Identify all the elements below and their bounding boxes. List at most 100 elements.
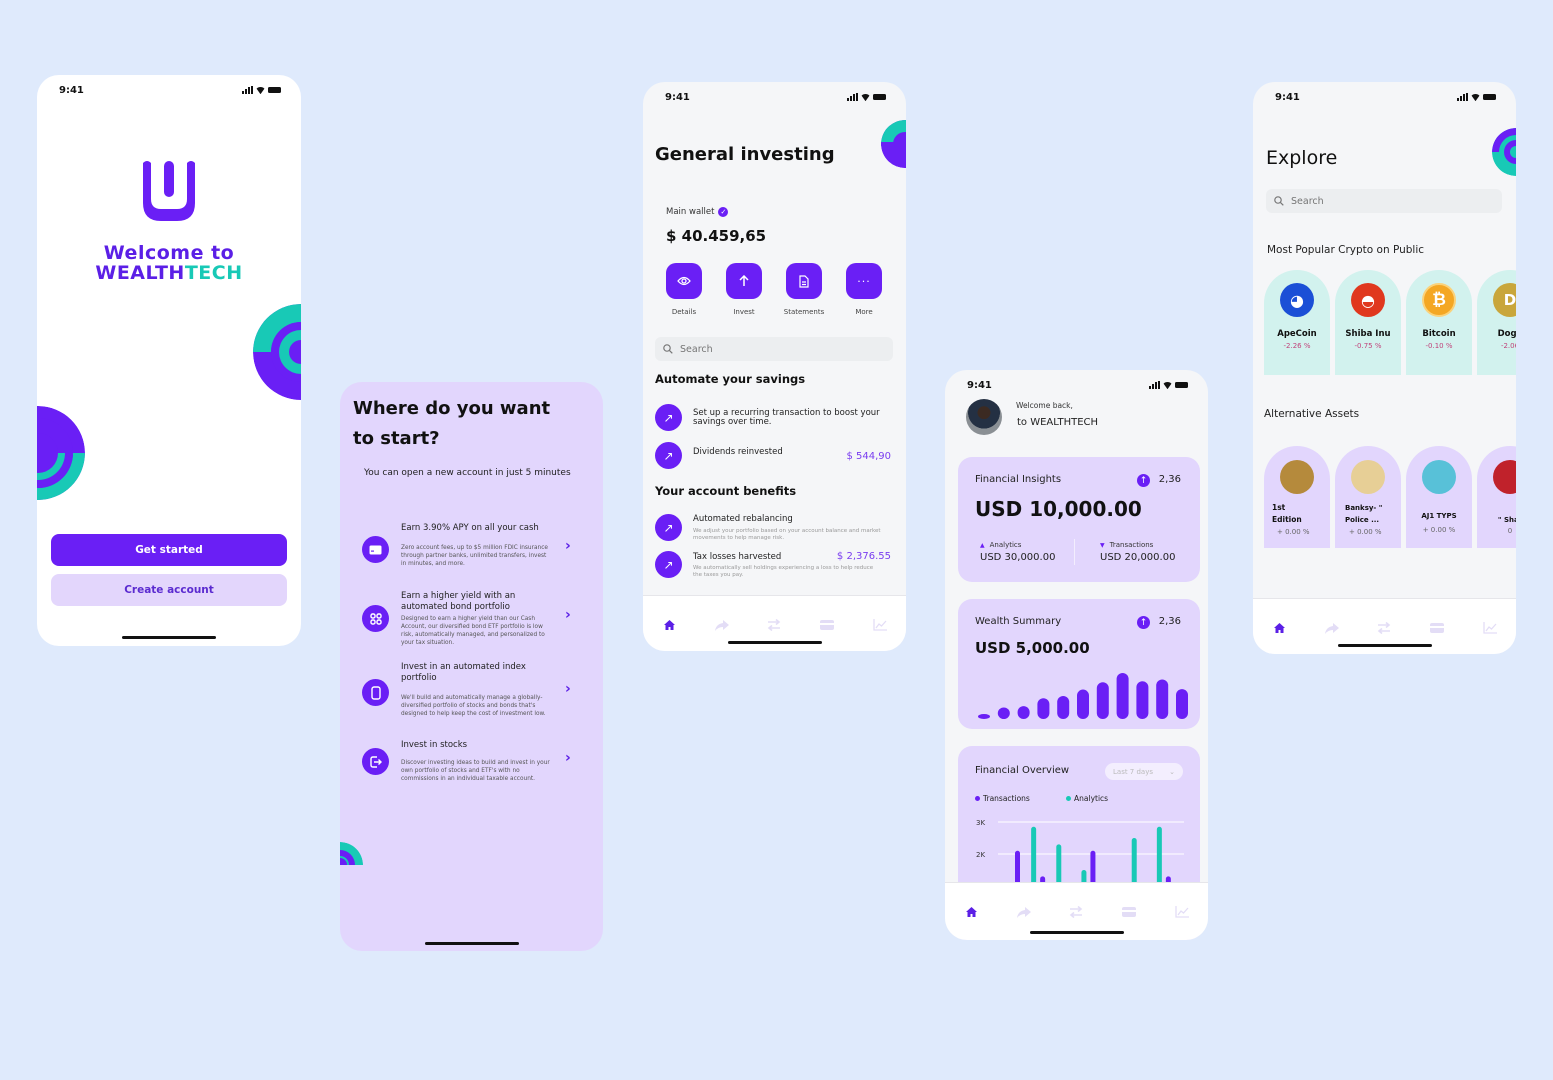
tab-home[interactable] (1269, 621, 1289, 635)
tab-charts[interactable] (1480, 621, 1500, 635)
asset-tile[interactable]: Banksy- " Police ... + 0.00 % (1335, 446, 1401, 548)
tab-share[interactable] (712, 618, 732, 632)
wifi-icon (1163, 382, 1172, 389)
status-bar: 9:41 (37, 75, 301, 105)
asset-change: + 0.00 % (1349, 528, 1382, 536)
search-field[interactable] (1266, 189, 1502, 213)
signal-icon (1149, 381, 1160, 389)
option-item[interactable]: Invest in an automated index portfolio W… (362, 662, 582, 732)
avatar[interactable] (966, 399, 1002, 435)
crypto-tile[interactable]: D Doge -2.06 (1477, 270, 1516, 375)
search-input[interactable] (680, 343, 840, 355)
option-item[interactable]: Earn a higher yield with an automated bo… (362, 591, 582, 661)
chevron-right-icon: › (565, 607, 571, 623)
tab-cards[interactable] (1427, 621, 1447, 635)
search-field[interactable] (655, 337, 893, 361)
bitcoin-icon: ₿ (1422, 283, 1456, 317)
wealth-bar-chart (978, 673, 1188, 719)
option-item[interactable]: Earn 3.90% APY on all your cash Zero acc… (362, 523, 582, 583)
card-icon (362, 536, 389, 563)
divider (1074, 539, 1075, 565)
explore-screen: 9:41 Explore Most Popular Crypto on Publ… (1253, 82, 1516, 654)
tab-cards[interactable] (817, 618, 837, 632)
home-indicator[interactable] (1337, 644, 1432, 647)
home-indicator[interactable] (122, 636, 216, 639)
benefit-item[interactable]: ↗ Tax losses harvested We automatically … (655, 551, 893, 581)
statements-button[interactable]: Statements (783, 263, 825, 316)
transactions-value: USD 20,000.00 (1100, 552, 1176, 563)
legend-dot (975, 796, 980, 801)
asset-tile[interactable]: 1st Edition + 0.00 % (1264, 446, 1330, 548)
asset-tile[interactable]: " Shat 0 (1477, 446, 1516, 548)
share-icon (1324, 622, 1339, 634)
grid-icon (362, 605, 389, 632)
home-indicator[interactable] (1029, 931, 1124, 934)
get-started-button[interactable]: Get started (51, 534, 287, 566)
wealth-summary-card[interactable]: Wealth Summary ↑ 2,36 USD 5,000.00 (958, 599, 1200, 729)
wealth-bar (997, 707, 1010, 719)
analytics-value: USD 30,000.00 (980, 552, 1056, 563)
financial-insights-card[interactable]: Financial Insights ↑ 2,36 USD 10,000.00 … (958, 457, 1200, 582)
status-bar: 9:41 (1253, 82, 1516, 112)
search-input[interactable] (1291, 195, 1451, 207)
tab-charts[interactable] (870, 618, 890, 632)
wealth-change: 2,36 (1158, 616, 1181, 627)
dashboard-screen: 9:41 Welcome back, to WEALTHTECH Financi… (945, 370, 1208, 940)
automate-item[interactable]: ↗ Set up a recurring transaction to boos… (655, 404, 893, 432)
battery-icon (1483, 94, 1496, 100)
period-value: Last 7 days (1113, 767, 1154, 776)
tab-share[interactable] (1014, 905, 1034, 919)
wifi-icon (861, 94, 870, 101)
eye-icon (666, 263, 702, 299)
home-indicator[interactable] (727, 641, 822, 644)
more-button[interactable]: ··· More (846, 263, 882, 316)
tab-home[interactable] (961, 905, 981, 919)
arrow-up-icon (726, 263, 762, 299)
wallet-label-text: Main wallet (666, 207, 715, 217)
wifi-icon (256, 87, 265, 94)
crypto-tile[interactable]: ◕ ApeCoin -2.26 % (1264, 270, 1330, 375)
welcome-line: Welcome to (103, 242, 235, 264)
asset-name: AJ1 TYPS (1421, 512, 1457, 520)
chevron-right-icon: › (565, 538, 571, 554)
crypto-tile[interactable]: ₿ Bitcoin -0.10 % (1406, 270, 1472, 375)
home-icon (1273, 623, 1285, 633)
invest-button[interactable]: Invest (726, 263, 762, 316)
tab-cards[interactable] (1119, 905, 1139, 919)
action-label: Statements (783, 308, 825, 316)
crypto-change: -2.26 % (1283, 342, 1311, 350)
automate-item[interactable]: ↗ Dividends reinvested $ 544,90 (655, 442, 893, 470)
battery-icon (873, 94, 886, 100)
tab-share[interactable] (1322, 621, 1342, 635)
chart-icon (873, 619, 887, 631)
tab-charts[interactable] (1172, 905, 1192, 919)
crypto-tile[interactable]: ◓ Shiba Inu -0.75 % (1335, 270, 1401, 375)
arrow-up-circle-icon: ↑ (1137, 616, 1150, 629)
tab-transfer[interactable] (1066, 905, 1086, 919)
dividends-value: $ 544,90 (846, 451, 891, 462)
wealth-bar (1176, 689, 1188, 719)
tab-home[interactable] (659, 618, 679, 632)
status-time: 9:41 (59, 84, 84, 96)
asset-image (1422, 460, 1456, 494)
create-account-button[interactable]: Create account (51, 574, 287, 606)
tab-transfer[interactable] (1374, 621, 1394, 635)
asset-change: 0 (1507, 527, 1513, 535)
action-label: Invest (733, 308, 755, 316)
arrow-up-right-icon: ↗ (655, 514, 682, 541)
page-title: Explore (1266, 147, 1338, 169)
option-item[interactable]: Invest in stocks Discover investing idea… (362, 740, 582, 800)
details-button[interactable]: Details (666, 263, 702, 316)
page-subtitle: You can open a new account in just 5 min… (364, 468, 571, 478)
tab-transfer[interactable] (764, 618, 784, 632)
asset-tile[interactable]: AJ1 TYPS + 0.00 % (1406, 446, 1472, 548)
document-icon (786, 263, 822, 299)
battery-icon (1175, 382, 1188, 388)
crypto-heading: Most Popular Crypto on Public (1267, 244, 1425, 256)
home-indicator[interactable] (424, 942, 519, 945)
crypto-name: Bitcoin (1422, 329, 1456, 339)
card-title: Financial Overview (975, 765, 1070, 776)
benefit-item[interactable]: ↗ Automated rebalancing We adjust your p… (655, 514, 893, 544)
transfer-icon (1070, 906, 1083, 918)
period-dropdown[interactable]: Last 7 days ⌄ (1105, 763, 1183, 780)
